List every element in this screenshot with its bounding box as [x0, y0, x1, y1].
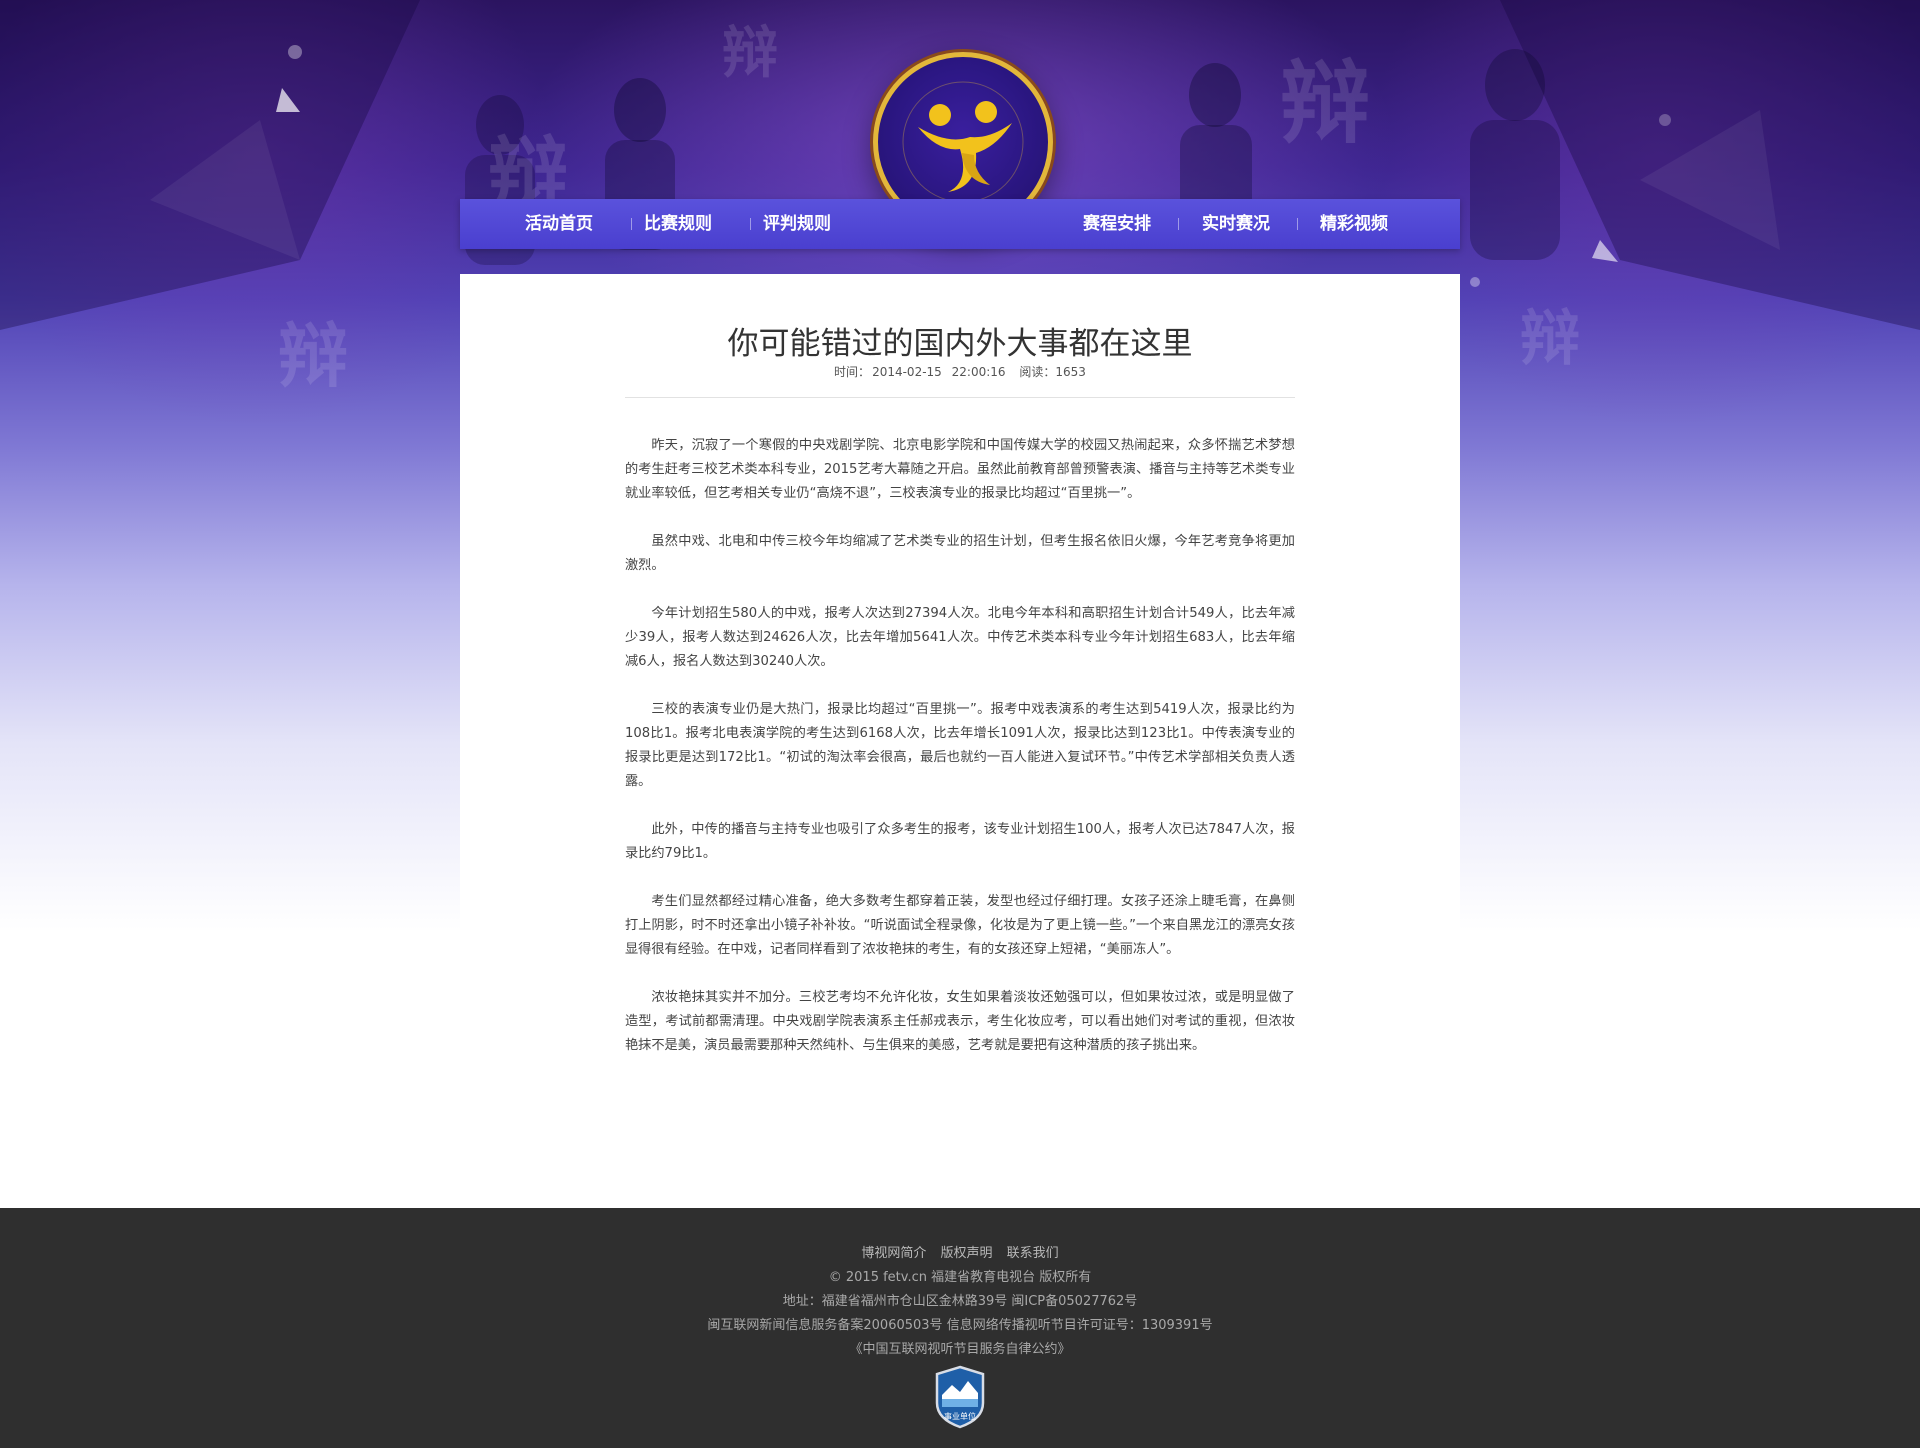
article-paragraph: 考生们显然都经过精心准备，绝大多数考生都穿着正装，发型也经过仔细打理。女孩子还涂… [625, 894, 1295, 957]
nav-highlight-videos[interactable]: 精彩视频 [1309, 199, 1399, 249]
nav-home[interactable]: 活动首页 [514, 199, 604, 249]
public-institution-badge[interactable]: 事业单位 [934, 1365, 986, 1429]
publish-time: 22:00:16 [951, 365, 1006, 379]
article-paragraph: 三校的表演专业仍是大热门，报录比均超过“百里挑一”。报考中戏表演系的考生达到54… [625, 702, 1295, 789]
publish-date: 2014-02-15 [872, 365, 942, 379]
nav-separator [631, 218, 632, 230]
title-divider [625, 397, 1295, 398]
time-label: 时间： [834, 365, 871, 379]
article-panel: 你可能错过的国内外大事都在这里 时间： 2014-02-15 22:00:16 阅… [460, 274, 1460, 1208]
watermark-char: 辩 [1280, 50, 1370, 156]
watermark-char: 辩 [1520, 304, 1580, 374]
article-paragraph: 虽然中戏、北电和中传三校今年均缩减了艺术类专业的招生计划，但考生报名依旧火爆，今… [625, 534, 1295, 573]
footer-links: 博视网简介 版权声明 联系我们 [0, 1242, 1920, 1261]
footer-convention-link[interactable]: 《中国互联网视听节目服务自律公约》 [0, 1338, 1920, 1357]
footer-link-contact[interactable]: 联系我们 [1007, 1246, 1059, 1261]
government-unit-shield-icon: 事业单位 [935, 1365, 985, 1429]
article-paragraph: 浓妆艳抹其实并不加分。三校艺考均不允许化妆，女生如果着淡妆还勉强可以，但如果妆过… [625, 990, 1295, 1053]
article-paragraph: 此外，中传的播音与主持专业也吸引了众多考生的报考，该专业计划招生100人，报考人… [625, 822, 1295, 861]
view-count: 1653 [1055, 365, 1086, 379]
nav-schedule[interactable]: 赛程安排 [1072, 199, 1162, 249]
watermark-char: 辩 [722, 20, 778, 86]
article-body: 昨天，沉寂了一个寒假的中央戏剧学院、北京电影学院和中国传媒大学的校园又热闹起来，… [625, 434, 1295, 1082]
article-meta: 时间： 2014-02-15 22:00:16 阅读：1653 [460, 363, 1460, 380]
views-label: 阅读： [1019, 365, 1056, 379]
nav-separator [1178, 218, 1179, 230]
footer-address: 地址：福建省福州市仓山区金林路39号 闽ICP备05027762号 [782, 1294, 1138, 1309]
footer-link-about[interactable]: 博视网简介 [861, 1246, 926, 1261]
nav-separator [1297, 218, 1298, 230]
article-paragraph: 昨天，沉寂了一个寒假的中央戏剧学院、北京电影学院和中国传媒大学的校园又热闹起来，… [625, 438, 1295, 501]
watermark-char: 辩 [278, 314, 348, 397]
article-title: 你可能错过的国内外大事都在这里 [727, 326, 1193, 362]
article-paragraph: 今年计划招生580人的中戏，报考人次达到27394人次。北电今年本科和高职招生计… [625, 606, 1295, 669]
nav-live-status[interactable]: 实时赛况 [1191, 199, 1281, 249]
nav-judging-rules[interactable]: 评判规则 [752, 199, 842, 249]
footer-copyright: © 2015 fetv.cn 福建省教育电视台 版权所有 [828, 1270, 1092, 1285]
footer-link-copyright[interactable]: 版权声明 [940, 1246, 992, 1261]
nav-competition-rules[interactable]: 比赛规则 [633, 199, 723, 249]
footer-license: 闽互联网新闻信息服务备案20060503号 信息网络传播视听节目许可证号：130… [707, 1318, 1213, 1333]
badge-label: 事业单位 [944, 1411, 976, 1421]
main-nav: 活动首页 比赛规则 评判规则 赛程安排 实时赛况 精彩视频 [460, 199, 1460, 249]
nav-separator [750, 218, 751, 230]
